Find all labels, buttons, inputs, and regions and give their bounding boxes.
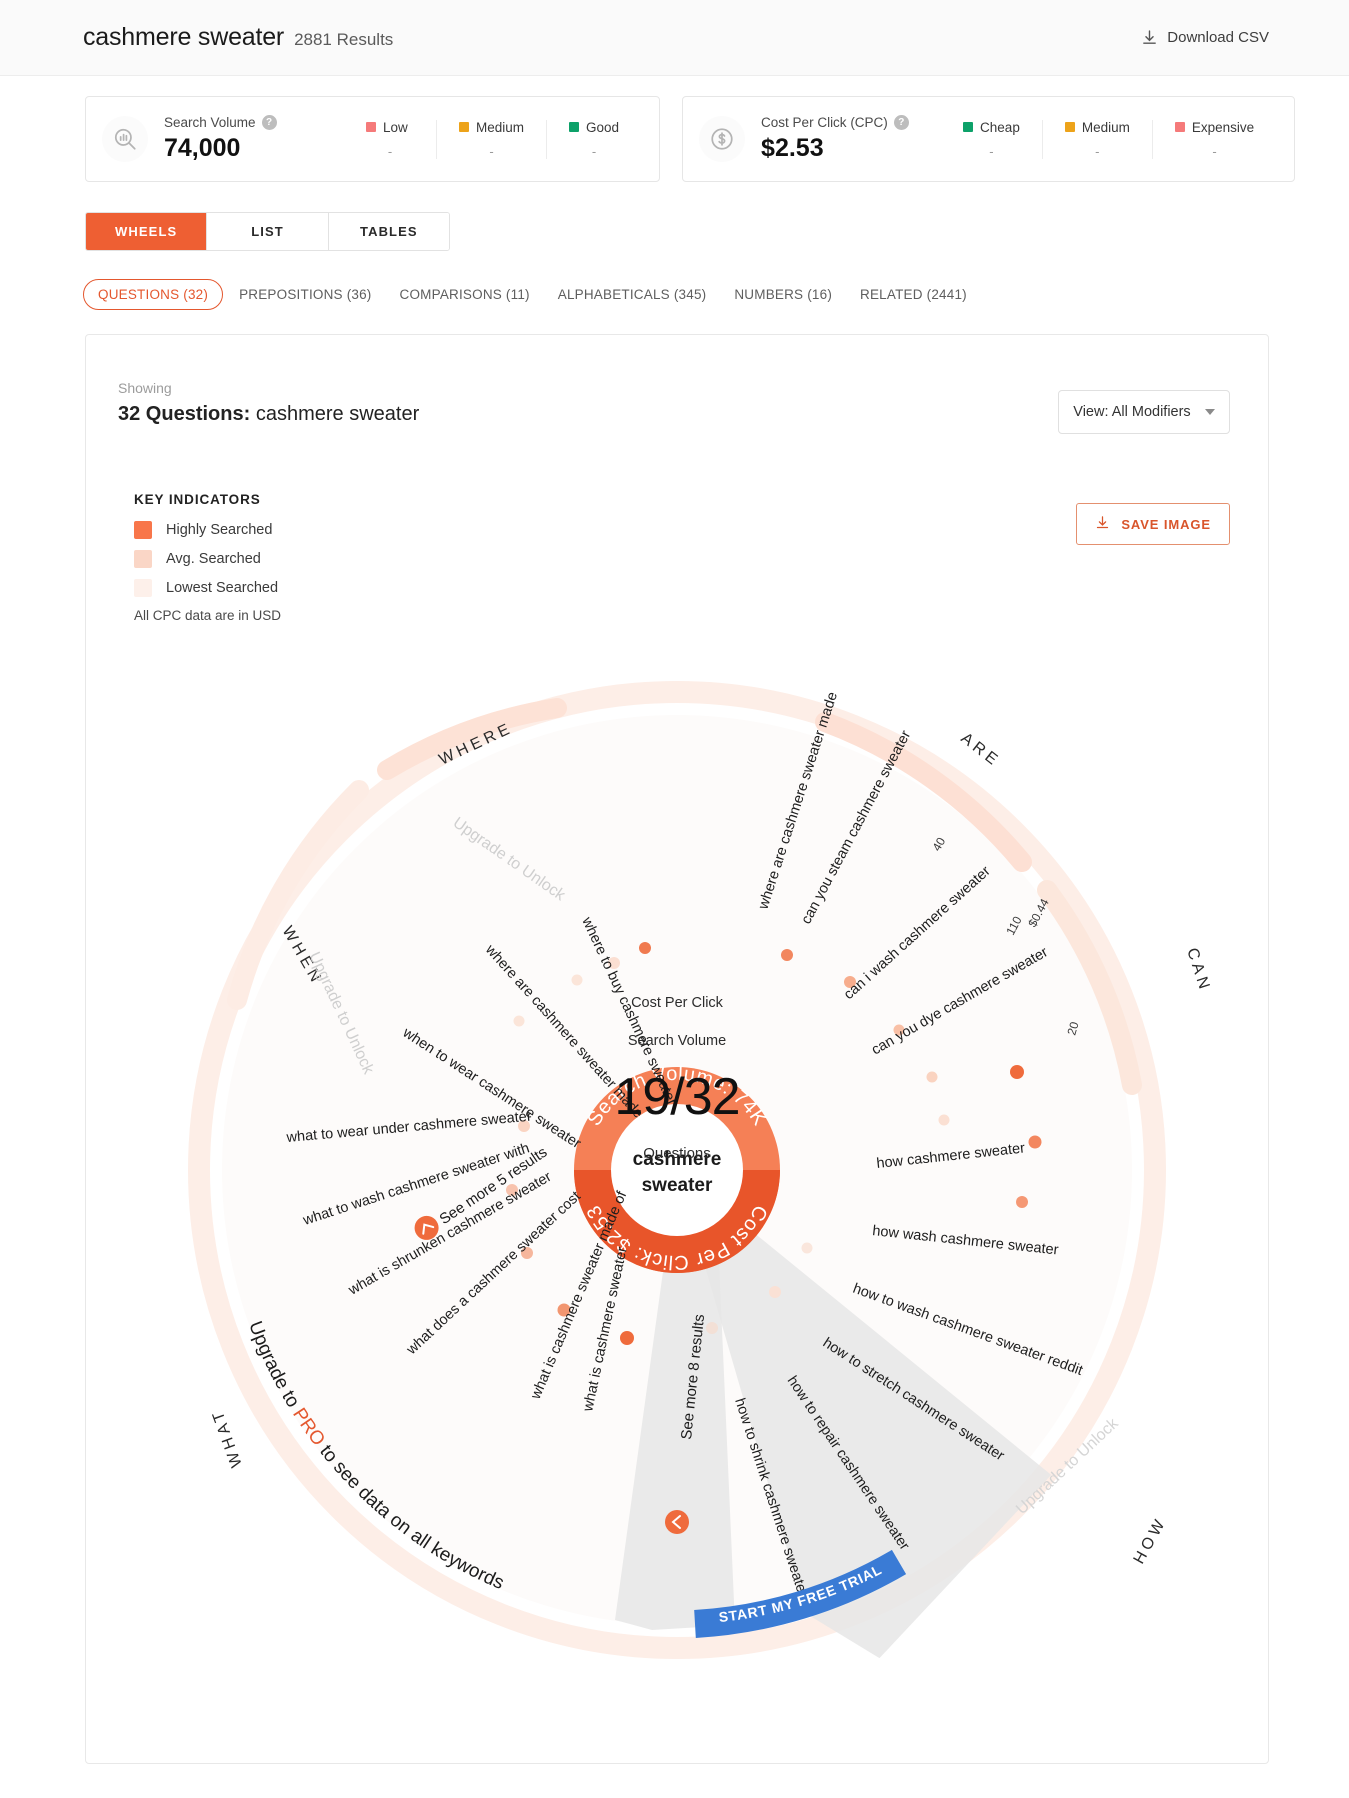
cpc-label-row: Cost Per Click (CPC) ? [761,115,941,130]
legend-label-medium: Medium [476,119,525,135]
legend-swatch-medium-cpc [1064,122,1075,132]
cpc-main: Cost Per Click (CPC) ? $2.53 [761,115,941,163]
tab-tables[interactable]: TABLES [327,213,449,250]
group-label-what: WHAT [209,1405,246,1469]
legend-swatch-low [366,122,376,132]
legend-cheap: Cheap - [941,120,1042,159]
legend-label-medium-cpc: Medium [1081,119,1130,135]
wheel-panel: Showing 32 Questions: cashmere sweater V… [85,334,1269,1764]
save-image-label: SAVE IMAGE [1121,516,1211,532]
keyword-wheel: Search Volume: 74K Cost Per Click: $2.53… [86,580,1268,1760]
group-label-can: CAN [1183,946,1213,995]
cpc-card: Cost Per Click (CPC) ? $2.53 Cheap - Med… [682,96,1296,182]
cpc-dollar-icon [699,116,746,162]
legend-swatch-expensive [1174,122,1185,132]
legend-expensive: Expensive - [1151,119,1276,159]
key-indicators-title: KEY INDICATORS [134,492,261,507]
legend-label-good: Good [586,119,620,135]
search-volume-main: Search Volume ? 74,000 [164,115,344,163]
search-volume-value: 74,000 [164,134,241,162]
search-volume-card: Search Volume ? 74,000 Low - Medium - Go… [85,96,661,182]
legend-value-medium: - [489,143,494,159]
panel-header: Showing 32 Questions: cashmere sweater V… [86,335,1268,434]
hub-keyword-line1: cashmere [633,1149,722,1170]
group-label-are: ARE [958,730,1004,771]
download-icon [1095,515,1110,533]
modifier-filters: QUESTIONS (32) PREPOSITIONS (36) COMPARI… [83,279,1349,310]
chevron-left-icon [665,1510,689,1534]
wheel-svg[interactable]: Search Volume: 74K Cost Per Click: $2.53… [87,580,1267,1760]
key-indicator-label-avg: Avg. Searched [166,551,261,567]
hub-keyword-line2: sweater [642,1175,713,1196]
key-indicator-swatch-avg [134,550,152,568]
view-modifiers-select[interactable]: View: All Modifiers [1058,390,1230,434]
tab-wheels[interactable]: WHEELS [86,213,207,250]
group-label-how: HOW [1131,1514,1171,1567]
chevron-down-icon [1204,409,1215,415]
showing-keyword: cashmere sweater [255,403,420,425]
legend-label-low: Low [383,119,408,135]
legend-label-expensive: Expensive [1191,119,1255,135]
showing-count: 32 Questions: [118,403,251,425]
legend-medium-cpc: Medium - [1041,119,1152,159]
legend-good: Good - [546,119,641,159]
results-count: 2881 Results [294,30,394,49]
legend-low: Low - [344,120,436,159]
modifier-questions[interactable]: QUESTIONS (32) [83,279,224,310]
showing-label: Showing [118,380,172,396]
help-icon[interactable]: ? [893,115,909,130]
tab-list[interactable]: LIST [206,213,328,250]
showing-main: 32 Questions: cashmere sweater [118,403,419,426]
metric-cards: Search Volume ? 74,000 Low - Medium - Go… [0,76,1349,182]
legend-value-medium-cpc: - [1095,143,1100,159]
cpc-value: $2.53 [761,134,824,162]
legend-medium: Medium - [436,119,546,159]
cpc-legend: Cheap - Medium - Expensive - [941,119,1276,159]
modifier-numbers[interactable]: NUMBERS (16) [722,280,844,309]
search-volume-label: Search Volume [164,115,256,130]
search-volume-label-row: Search Volume ? [164,115,344,130]
legend-value-good: - [591,143,597,159]
search-volume-icon [102,116,148,162]
key-indicator-avg: Avg. Searched [134,550,281,568]
modifier-comparisons[interactable]: COMPARISONS (11) [388,280,542,309]
key-indicator-label-high: Highly Searched [166,522,273,538]
download-csv-button[interactable]: Download CSV [1141,29,1269,46]
help-icon[interactable]: ? [261,115,277,130]
legend-value-cheap: - [989,143,994,159]
download-icon [1141,29,1158,46]
download-csv-label: Download CSV [1167,29,1269,46]
key-indicator-high: Highly Searched [134,521,281,539]
page-title: cashmere sweater [83,23,285,51]
page-header: cashmere sweater 2881 Results Download C… [0,0,1349,76]
legend-swatch-medium [459,122,469,132]
hub-inner [611,1104,743,1236]
modifier-related[interactable]: RELATED (2441) [848,280,979,309]
showing-block: Showing 32 Questions: cashmere sweater [118,380,419,434]
legend-swatch-good [569,122,580,132]
view-tabs: WHEELS LIST TABLES [85,212,450,251]
legend-value-expensive: - [1212,143,1217,159]
key-indicator-swatch-high [134,521,152,539]
view-modifiers-label: View: All Modifiers [1073,404,1191,420]
cpc-label: Cost Per Click (CPC) [761,115,888,130]
save-image-button[interactable]: SAVE IMAGE [1076,503,1230,545]
modifier-prepositions[interactable]: PREPOSITIONS (36) [227,280,383,309]
legend-label-cheap: Cheap [980,119,1020,135]
legend-value-low: - [387,143,393,159]
legend-swatch-cheap [963,122,974,132]
search-volume-legend: Low - Medium - Good - [344,119,641,159]
header-title-group: cashmere sweater 2881 Results [83,23,393,52]
modifier-alphabeticals[interactable]: ALPHABETICALS (345) [546,280,719,309]
